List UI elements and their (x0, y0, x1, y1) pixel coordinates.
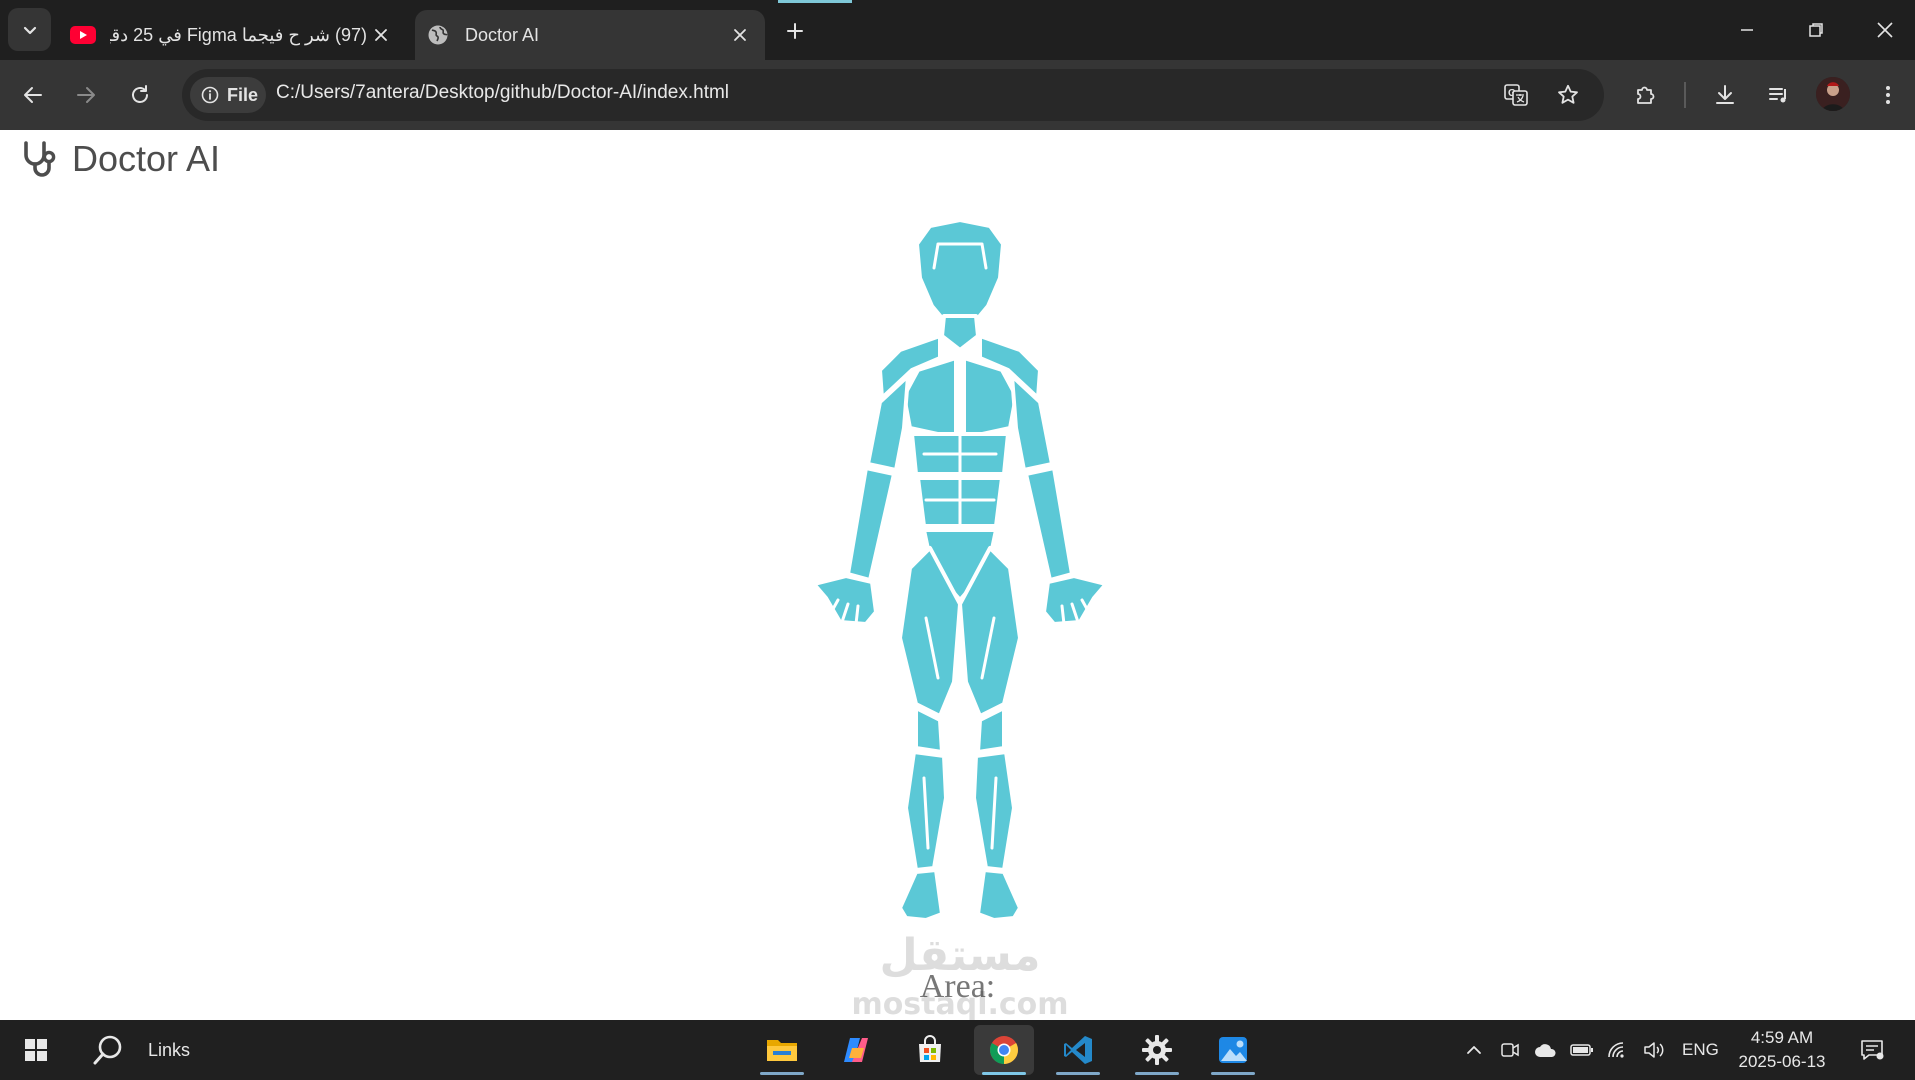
close-tab-icon[interactable] (725, 20, 755, 50)
puzzle-icon (1637, 86, 1655, 104)
page-title: Doctor AI (72, 138, 221, 179)
tab-youtube[interactable]: (97) شر ح فيجما Figma في 25 دقيق (60, 10, 405, 60)
minimize-button[interactable] (1722, 8, 1772, 52)
volume-icon[interactable] (1640, 1036, 1668, 1064)
show-hidden-icons-button[interactable] (1460, 1036, 1488, 1064)
tab-doctor-ai[interactable]: Doctor AI (415, 10, 765, 60)
copilot-icon (844, 1038, 868, 1062)
chevron-up-icon (1467, 1046, 1481, 1054)
microsoft-store-icon (919, 1035, 941, 1062)
tab-title: Doctor AI (465, 24, 540, 45)
bookmark-star-icon[interactable] (1552, 79, 1584, 111)
url-text[interactable]: C:/Users/7antera/Desktop/github/Doctor-A… (276, 82, 729, 104)
body-part-right-foot (976, 868, 1022, 922)
running-indicator (1056, 1072, 1100, 1075)
stethoscope-icon (24, 141, 56, 177)
youtube-icon (70, 22, 96, 48)
chevron-down-icon (23, 26, 36, 34)
chrome-icon (990, 1036, 1018, 1064)
tab-title: (97) شر ح فيجما Figma في 25 دقيق (110, 24, 368, 45)
body-part-right-forearm (1024, 466, 1074, 582)
plus-icon (787, 23, 803, 39)
running-indicator (982, 1072, 1026, 1075)
browser-menu-button[interactable] (1870, 77, 1906, 113)
close-tab-icon[interactable] (367, 20, 395, 50)
running-indicator (1135, 1072, 1179, 1075)
watermark-arabic: مستقل (880, 930, 1041, 981)
battery-icon[interactable] (1568, 1036, 1596, 1064)
photos-icon (1219, 1037, 1247, 1063)
new-tab-button[interactable] (775, 13, 815, 49)
taskbar-chrome[interactable] (974, 1025, 1034, 1075)
forward-button[interactable] (68, 77, 104, 113)
running-indicator (1211, 1072, 1255, 1075)
vscode-icon (1064, 1036, 1092, 1064)
site-info-chip[interactable]: File (190, 77, 266, 113)
site-info-label: File (227, 84, 259, 105)
windows-logo-icon (25, 1039, 47, 1061)
taskbar-copilot[interactable] (826, 1025, 886, 1075)
download-icon (1716, 85, 1734, 104)
close-icon (1877, 22, 1893, 38)
tab-search-button[interactable] (8, 8, 51, 51)
more-vertical-icon (1886, 86, 1890, 104)
running-indicator (760, 1072, 804, 1075)
onedrive-icon[interactable] (1532, 1036, 1560, 1064)
human-body-figure[interactable] (800, 208, 1120, 958)
taskbar-links-label[interactable]: Links (148, 1040, 190, 1061)
address-bar[interactable]: File C:/Users/7antera/Desktop/github/Doc… (182, 69, 1604, 121)
start-button[interactable] (6, 1025, 66, 1075)
taskbar-microsoft-store[interactable] (900, 1025, 960, 1075)
reload-button[interactable] (122, 77, 158, 113)
notification-icon (1861, 1040, 1884, 1060)
arrow-right-icon (77, 87, 95, 103)
taskbar-file-explorer[interactable] (752, 1025, 812, 1075)
reload-icon (132, 85, 148, 103)
translate-icon[interactable]: G (1500, 79, 1532, 111)
windows-taskbar: Links ENG 4:59 AM 2025-06-13 (0, 1020, 1915, 1080)
input-language-indicator[interactable]: ENG (1682, 1040, 1719, 1060)
extensions-button[interactable] (1628, 77, 1664, 113)
globe-icon (425, 22, 451, 48)
profile-avatar[interactable] (1816, 77, 1850, 111)
settings-icon (1142, 1035, 1172, 1065)
notifications-button[interactable] (1858, 1036, 1886, 1064)
mostaql-watermark: مستقل mostaql.com (851, 930, 1068, 1020)
watermark-latin: mostaql.com (851, 987, 1068, 1020)
brand-header[interactable]: Doctor AI (20, 138, 220, 180)
clock-time: 4:59 AM (1750, 1028, 1814, 1047)
taskbar-search-button[interactable] (78, 1025, 138, 1075)
media-controls-button[interactable] (1761, 77, 1797, 113)
body-part-left-forearm (846, 466, 896, 582)
browser-toolbar: File C:/Users/7antera/Desktop/github/Doc… (0, 60, 1915, 130)
avatar-image (1816, 77, 1850, 111)
body-part-neck (940, 314, 980, 352)
back-button[interactable] (15, 77, 51, 113)
taskbar-clock[interactable]: 4:59 AM 2025-06-13 (1736, 1026, 1828, 1074)
clock-date: 2025-06-13 (1738, 1052, 1826, 1071)
toolbar-separator (1684, 82, 1686, 108)
body-part-head (915, 218, 1005, 320)
minimize-icon (1741, 29, 1753, 31)
wifi-icon[interactable] (1604, 1036, 1632, 1064)
search-icon (93, 1035, 122, 1065)
taskbar-vscode[interactable] (1048, 1025, 1108, 1075)
body-part-left-foot (898, 868, 944, 922)
meet-now-icon[interactable] (1496, 1036, 1524, 1064)
taskbar-photos[interactable] (1203, 1025, 1263, 1075)
web-page: Doctor AI Area: مستقل mostaql.com (0, 130, 1915, 1020)
file-explorer-icon (767, 1040, 797, 1061)
tab-loading-indicator (778, 0, 852, 3)
downloads-button[interactable] (1707, 77, 1743, 113)
info-icon (201, 86, 219, 104)
close-window-button[interactable] (1860, 8, 1910, 52)
tab-strip: (97) شر ح فيجما Figma في 25 دقيق Doctor … (0, 0, 1915, 60)
restore-icon (1809, 23, 1823, 37)
media-queue-icon (1769, 88, 1786, 103)
restore-button[interactable] (1791, 8, 1841, 52)
taskbar-settings[interactable] (1127, 1025, 1187, 1075)
arrow-left-icon (24, 87, 42, 103)
